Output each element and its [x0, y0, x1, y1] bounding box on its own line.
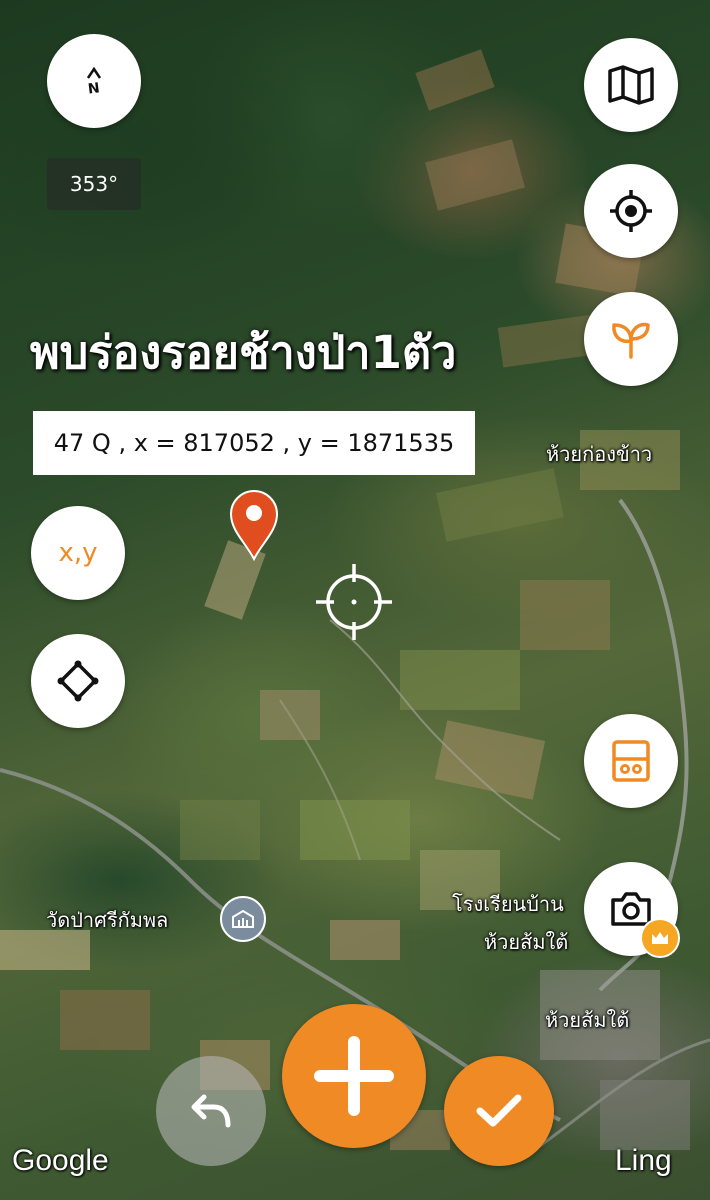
draw-polygon-button[interactable] [31, 634, 125, 728]
coordinates-text: 47 Q , x = 817052 , y = 1871535 [53, 429, 455, 457]
google-attribution: Google [12, 1144, 109, 1177]
compass-north-label: N [87, 80, 101, 98]
place-label-school-line2: ห้วยส้มใต้ [484, 930, 569, 954]
place-label-huai-kong-khao: ห้วยก่องข้าว [546, 442, 653, 466]
plus-icon [314, 1036, 394, 1116]
add-button[interactable] [282, 1004, 426, 1148]
heading-value: 353° [69, 172, 119, 196]
report-title: พบร่องรอยช้างป่า1ตัว [30, 326, 457, 379]
sprout-icon [612, 322, 650, 359]
coordinates-box: 47 Q , x = 817052 , y = 1871535 [33, 411, 475, 475]
undo-icon [191, 1094, 231, 1128]
compass-icon: N [86, 66, 102, 98]
confirm-button[interactable] [444, 1056, 554, 1166]
map-pin-icon[interactable] [228, 487, 280, 561]
user-label: Ling [615, 1144, 672, 1177]
heading-readout: 353° [47, 158, 141, 210]
undo-button[interactable] [156, 1056, 266, 1166]
place-label-school: โรงเรียนบ้าน [452, 892, 564, 916]
calculator-icon [612, 740, 650, 782]
check-icon [476, 1094, 522, 1127]
map-layers-button[interactable] [584, 38, 678, 132]
temple-icon[interactable] [220, 896, 266, 942]
plant-button[interactable] [584, 292, 678, 386]
polygon-icon [57, 660, 99, 702]
crosshair-icon [316, 564, 392, 640]
my-location-button[interactable] [584, 164, 678, 258]
place-label-wat-pa-sri-kamphon: วัดป่าศรีกัมพล [46, 908, 169, 932]
compass-button[interactable]: N [47, 34, 141, 128]
calculator-button[interactable] [584, 714, 678, 808]
crown-icon [640, 918, 680, 958]
locate-icon [610, 190, 652, 232]
xy-icon: x,y [58, 538, 98, 568]
place-label-huai-som-tai: ห้วยส้มใต้ [545, 1008, 630, 1032]
map-icon [608, 65, 654, 105]
xy-input-button[interactable]: x,y [31, 506, 125, 600]
